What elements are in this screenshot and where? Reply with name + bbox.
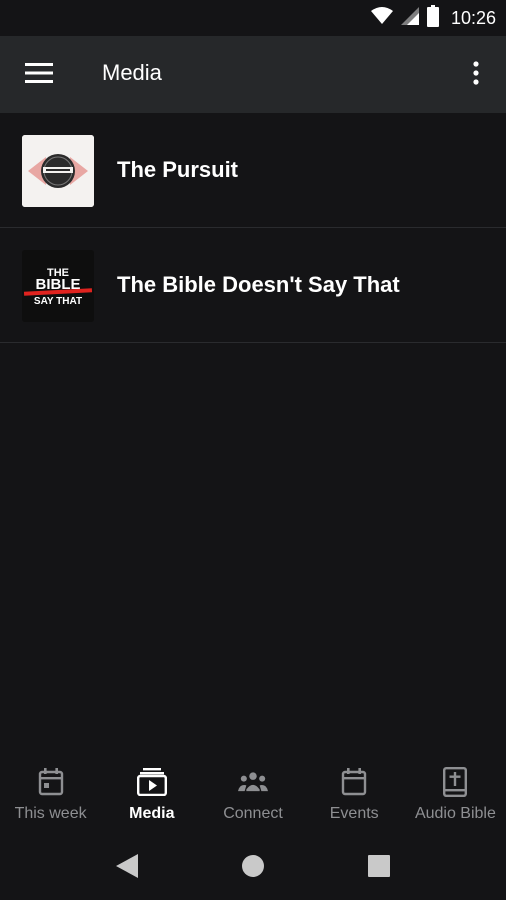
media-list: The Pursuit THE BIBLE SAY THAT The Bible…: [0, 113, 506, 343]
page-title: Media: [102, 60, 162, 85]
nav-item-connect[interactable]: Connect: [202, 755, 303, 835]
svg-text:SAY THAT: SAY THAT: [34, 296, 82, 307]
back-button[interactable]: [112, 853, 142, 883]
back-triangle-icon: [116, 853, 138, 883]
home-button[interactable]: [238, 853, 268, 883]
media-list-item-the-pursuit[interactable]: The Pursuit: [0, 113, 506, 228]
app-bar: Media: [0, 36, 506, 113]
bible-doesnt-say-that-thumbnail: THE BIBLE SAY THAT: [22, 250, 94, 322]
menu-button[interactable]: [14, 50, 64, 100]
recents-button[interactable]: [364, 853, 394, 883]
the-pursuit-thumbnail: [22, 135, 94, 207]
media-icon: [136, 767, 167, 797]
nav-item-events[interactable]: Events: [304, 755, 405, 835]
nav-item-this-week[interactable]: This week: [0, 755, 101, 835]
nav-label: Events: [329, 805, 379, 822]
people-icon: [238, 767, 268, 797]
media-list-item-bible-doesnt-say-that[interactable]: THE BIBLE SAY THAT The Bible Doesn't Say…: [0, 228, 506, 343]
nav-label: Connect: [223, 805, 283, 822]
more-vert-icon: [473, 60, 479, 90]
nav-item-audio-bible[interactable]: Audio Bible: [405, 755, 506, 835]
hamburger-icon: [25, 62, 53, 88]
calendar-icon: [339, 767, 369, 797]
media-item-title: The Bible Doesn't Say That: [117, 272, 400, 297]
wifi-icon: [370, 6, 393, 30]
signal-icon: [400, 6, 419, 30]
battery-icon: [426, 4, 439, 32]
status-bar: 10:26: [0, 0, 506, 36]
status-time: 10:26: [450, 7, 496, 28]
nav-label: Audio Bible: [414, 805, 496, 822]
media-item-title: The Pursuit: [117, 157, 239, 182]
nav-label: Media: [129, 805, 175, 822]
overflow-menu-button[interactable]: [456, 50, 496, 100]
nav-label: This week: [14, 805, 87, 822]
calendar-icon: [36, 767, 66, 797]
system-navigation-bar: [0, 835, 506, 900]
bible-icon: [440, 767, 470, 797]
nav-item-media[interactable]: Media: [101, 755, 202, 835]
recents-square-icon: [368, 854, 390, 882]
bottom-navigation: This week Media Connect Events Audio Bib…: [0, 755, 506, 835]
home-circle-icon: [241, 854, 265, 883]
